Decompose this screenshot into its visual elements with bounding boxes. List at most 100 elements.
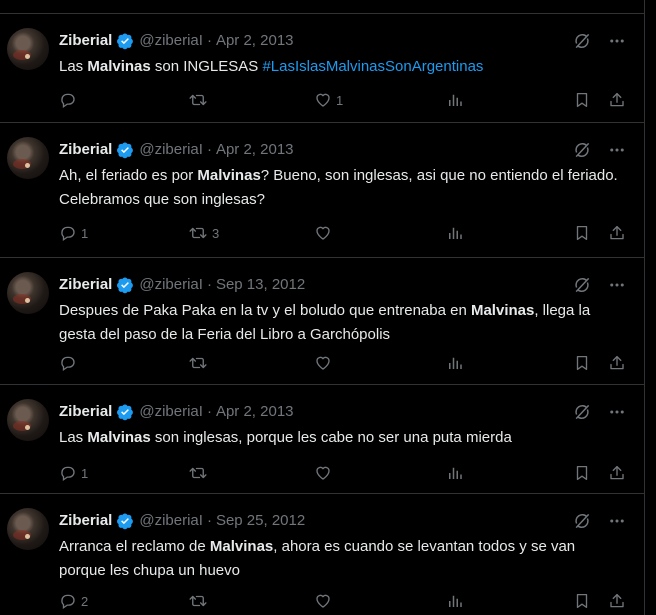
bookmark-button[interactable] xyxy=(573,464,591,482)
more-icon[interactable] xyxy=(608,276,626,294)
highlighted-term: Malvinas xyxy=(209,538,274,555)
timestamp[interactable]: Sep 13, 2012 xyxy=(216,276,305,293)
display-name[interactable]: Ziberial xyxy=(59,275,112,295)
retweet-button[interactable]: 3 xyxy=(188,224,219,242)
share-button[interactable] xyxy=(608,592,626,610)
reply-icon xyxy=(59,224,77,242)
bookmark-icon xyxy=(573,464,591,482)
grok-icon[interactable] xyxy=(572,511,592,531)
retweet-count: 3 xyxy=(212,225,220,241)
verified-badge-icon xyxy=(116,512,134,530)
avatar[interactable] xyxy=(7,508,49,550)
text-segment: Ah, el feriado es por xyxy=(59,167,198,184)
hashtag-link[interactable]: #LasIslasMalvinasSonArgentinas xyxy=(262,58,483,75)
share-button[interactable] xyxy=(608,91,626,109)
verified-badge-icon xyxy=(116,32,134,50)
share-button[interactable] xyxy=(608,354,626,372)
reply-button[interactable] xyxy=(59,91,81,109)
tweet-actions xyxy=(59,353,626,373)
avatar-detail xyxy=(25,54,30,59)
share-icon xyxy=(608,592,626,610)
bookmark-button[interactable] xyxy=(573,592,591,610)
share-icon xyxy=(608,224,626,242)
handle[interactable]: @ziberiaI xyxy=(139,141,203,158)
tweet-list: Ziberial @ziberiaI · Apr 2, 2013 Las Malvina… xyxy=(0,14,644,615)
views-button[interactable] xyxy=(446,91,464,109)
avatar[interactable] xyxy=(7,137,49,179)
retweet-button[interactable] xyxy=(188,464,212,482)
views-button[interactable] xyxy=(446,354,464,372)
share-button[interactable] xyxy=(608,224,626,242)
tweet[interactable]: Ziberial @ziberiaI · Sep 13, 2012 Despues de… xyxy=(0,258,644,385)
share-button[interactable] xyxy=(608,464,626,482)
reply-button[interactable] xyxy=(59,354,81,372)
retweet-icon xyxy=(188,592,208,610)
handle[interactable]: @ziberiaI xyxy=(139,276,203,293)
reply-button[interactable]: 2 xyxy=(59,592,88,610)
tweet-header: Ziberial @ziberiaI · Sep 13, 2012 xyxy=(59,275,305,295)
display-name[interactable]: Ziberial xyxy=(59,402,112,422)
more-icon[interactable] xyxy=(608,403,626,421)
views-button[interactable] xyxy=(446,464,464,482)
tweet[interactable]: Ziberial @ziberiaI · Apr 2, 2013 Ah, el feri… xyxy=(0,123,644,258)
tweet-meta: @ziberiaI · Sep 13, 2012 xyxy=(139,275,305,295)
like-icon xyxy=(314,354,332,372)
like-button[interactable] xyxy=(314,592,336,610)
more-icon[interactable] xyxy=(608,512,626,530)
handle[interactable]: @ziberiaI xyxy=(139,512,203,529)
reply-button[interactable]: 1 xyxy=(59,224,88,242)
timestamp[interactable]: Apr 2, 2013 xyxy=(216,32,294,49)
avatar[interactable] xyxy=(7,28,49,70)
more-icon[interactable] xyxy=(608,141,626,159)
grok-icon[interactable] xyxy=(572,275,592,295)
like-button[interactable] xyxy=(314,224,336,242)
text-segment: Las xyxy=(59,58,88,75)
display-name[interactable]: Ziberial xyxy=(59,511,112,531)
handle[interactable]: @ziberiaI xyxy=(139,32,203,49)
replie-count: 2 xyxy=(81,593,89,609)
timestamp[interactable]: Sep 25, 2012 xyxy=(216,512,305,529)
tweet-actions: 1 xyxy=(59,90,626,110)
timestamp[interactable]: Apr 2, 2013 xyxy=(216,141,294,158)
like-button[interactable] xyxy=(314,464,336,482)
retweet-button[interactable] xyxy=(188,592,212,610)
verified-badge-icon xyxy=(116,403,134,421)
handle[interactable]: @ziberiaI xyxy=(139,403,203,420)
separator-dot: · xyxy=(206,512,212,529)
tweet-meta: @ziberiaI · Apr 2, 2013 xyxy=(139,402,293,422)
bookmark-button[interactable] xyxy=(573,354,591,372)
grok-icon[interactable] xyxy=(572,402,592,422)
bookmark-button[interactable] xyxy=(573,224,591,242)
replie-count: 1 xyxy=(81,465,89,481)
tweet[interactable]: Ziberial @ziberiaI · Apr 2, 2013 Las Malvina… xyxy=(0,14,644,123)
avatar-detail xyxy=(25,534,30,539)
like-button[interactable] xyxy=(314,354,336,372)
tweet[interactable]: Ziberial @ziberiaI · Sep 25, 2012 Arranca el… xyxy=(0,494,644,615)
text-segment: Despues de Paka Paka en la tv y el bolud… xyxy=(59,302,471,319)
tweet-text: Arranca el reclamo de Malvinas, ahora es… xyxy=(59,535,624,583)
avatar-detail xyxy=(25,163,30,168)
grok-icon[interactable] xyxy=(572,31,592,51)
tweet[interactable]: Ziberial @ziberiaI · Apr 2, 2013 Las Malvina… xyxy=(0,385,644,494)
avatar[interactable] xyxy=(7,399,49,441)
timestamp[interactable]: Apr 2, 2013 xyxy=(216,403,294,420)
more-icon[interactable] xyxy=(608,32,626,50)
display-name[interactable]: Ziberial xyxy=(59,140,112,160)
views-button[interactable] xyxy=(446,224,464,242)
retweet-button[interactable] xyxy=(188,91,212,109)
grok-icon[interactable] xyxy=(572,140,592,160)
text-segment: son INGLESAS xyxy=(150,58,263,75)
timeline-top-divider xyxy=(0,0,644,14)
tweet-actions: 13 xyxy=(59,223,626,243)
bookmark-button[interactable] xyxy=(573,91,591,109)
highlighted-term: Malvinas xyxy=(197,167,261,184)
views-button[interactable] xyxy=(446,592,464,610)
like-button[interactable]: 1 xyxy=(314,91,343,109)
display-name[interactable]: Ziberial xyxy=(59,31,112,51)
views-icon xyxy=(446,464,464,482)
retweet-button[interactable] xyxy=(188,354,212,372)
avatar[interactable] xyxy=(7,272,49,314)
share-icon xyxy=(608,464,626,482)
bookmark-icon xyxy=(573,354,591,372)
reply-button[interactable]: 1 xyxy=(59,464,88,482)
